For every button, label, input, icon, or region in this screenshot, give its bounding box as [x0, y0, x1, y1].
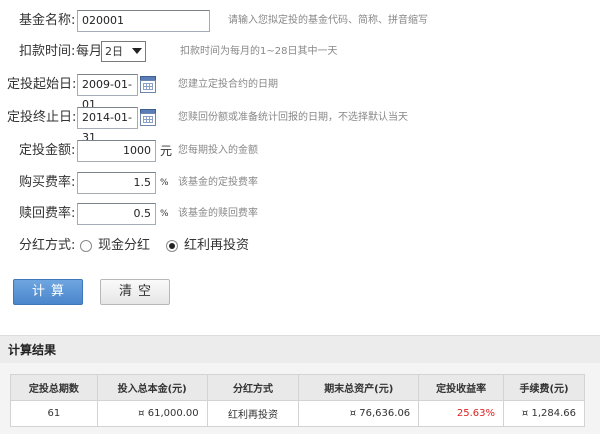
redeem-fee-label: 赎回费率: — [19, 206, 76, 221]
redeem-fee-hint: 该基金的赎回费率 — [178, 208, 258, 219]
column-header: 分红方式 — [206, 374, 300, 401]
amount-unit: 元 — [160, 144, 173, 158]
results-table: 定投总期数 投入总本金(元) 分红方式 期末总资产(元) 定投收益率 手续费(元… — [10, 374, 585, 427]
dividend-row: 分红方式: 现金分红 红利再投资 — [0, 234, 600, 258]
radio-cash-dividend[interactable] — [80, 240, 92, 252]
column-header: 投入总本金(元) — [96, 374, 208, 401]
clear-button[interactable]: 清空 — [100, 279, 170, 305]
buy-fee-row: 购买费率: 1.5 % 该基金的定投费率 — [0, 171, 600, 195]
end-date-input[interactable]: 2014-01-31 — [77, 107, 138, 144]
fund-name-row: 基金名称: 020001 请输入您拟定投的基金代码、简称、拼音缩写 — [0, 9, 600, 33]
calculate-button[interactable]: 计算 — [13, 279, 83, 305]
deduct-time-hint: 扣款时间为每月的1~28日其中一天 — [180, 46, 338, 57]
deduct-time-label: 扣款时间: — [19, 44, 76, 59]
chevron-down-icon — [132, 48, 142, 54]
buy-fee-label: 购买费率: — [19, 175, 76, 190]
start-date-input[interactable]: 2009-01-01 — [77, 74, 138, 111]
amount-input[interactable]: 1000 — [77, 140, 156, 162]
redeem-fee-row: 赎回费率: 0.5 % 该基金的赎回费率 — [0, 202, 600, 226]
buy-fee-unit: % — [160, 178, 169, 188]
column-header: 期末总资产(元) — [298, 374, 420, 401]
end-date-row: 定投终止日: 2014-01-31 您赎回份额或准备统计回报的日期，不选择默认当… — [0, 106, 600, 144]
dividend-label: 分红方式: — [19, 238, 76, 253]
table-cell: ¤ 76,636.06 — [298, 400, 420, 427]
results-header: 计算结果 — [0, 335, 600, 363]
table-cell: 红利再投资 — [206, 400, 300, 427]
buy-fee-input[interactable]: 1.5 — [77, 172, 156, 194]
table-cell: 61 — [10, 400, 98, 427]
buy-fee-hint: 该基金的定投费率 — [178, 177, 258, 188]
deduct-time-row: 扣款时间: 每月 2日 扣款时间为每月的1~28日其中一天 — [0, 40, 600, 64]
radio-reinvest-dividend[interactable] — [166, 240, 178, 252]
column-header: 手续费(元) — [503, 374, 585, 401]
return-rate-cell: 25.63% — [418, 400, 505, 427]
table-cell: ¤ 61,000.00 — [96, 400, 208, 427]
start-date-row: 定投起始日: 2009-01-01 您建立定投合约的日期 — [0, 73, 600, 111]
deduct-day-value: 2日 — [105, 45, 123, 58]
amount-label: 定投金额: — [19, 143, 76, 158]
fund-name-label: 基金名称: — [19, 13, 76, 28]
column-header: 定投总期数 — [10, 374, 98, 401]
table-row: 61 ¤ 61,000.00 红利再投资 ¤ 76,636.06 25.63% … — [10, 400, 585, 427]
amount-hint: 您每期投入的金额 — [178, 145, 258, 156]
start-date-hint: 您建立定投合约的日期 — [178, 79, 278, 90]
cash-dividend-label[interactable]: 现金分红 — [98, 234, 150, 258]
end-date-hint: 您赎回份额或准备统计回报的日期，不选择默认当天 — [178, 112, 408, 123]
deduct-time-prefix: 每月 — [76, 44, 103, 59]
column-header: 定投收益率 — [418, 374, 505, 401]
results-section: 计算结果 定投总期数 投入总本金(元) 分红方式 期末总资产(元) 定投收益率 … — [0, 335, 600, 434]
calendar-icon[interactable] — [140, 109, 156, 126]
results-panel: 定投总期数 投入总本金(元) 分红方式 期末总资产(元) 定投收益率 手续费(元… — [0, 363, 600, 434]
table-header-row: 定投总期数 投入总本金(元) 分红方式 期末总资产(元) 定投收益率 手续费(元… — [10, 374, 585, 401]
deduct-day-select[interactable]: 2日 — [101, 41, 146, 62]
table-cell: ¤ 1,284.66 — [503, 400, 585, 427]
calendar-icon[interactable] — [140, 76, 156, 93]
results-title: 计算结果 — [8, 343, 57, 357]
amount-row: 定投金额: 1000 元 您每期投入的金额 — [0, 139, 600, 163]
fund-name-hint: 请输入您拟定投的基金代码、简称、拼音缩写 — [228, 15, 428, 26]
redeem-fee-unit: % — [160, 209, 169, 219]
fund-name-input[interactable]: 020001 — [77, 10, 210, 32]
redeem-fee-input[interactable]: 0.5 — [77, 203, 156, 225]
end-date-label: 定投终止日: — [7, 110, 77, 125]
start-date-label: 定投起始日: — [7, 77, 77, 92]
reinvest-dividend-label[interactable]: 红利再投资 — [184, 234, 249, 258]
